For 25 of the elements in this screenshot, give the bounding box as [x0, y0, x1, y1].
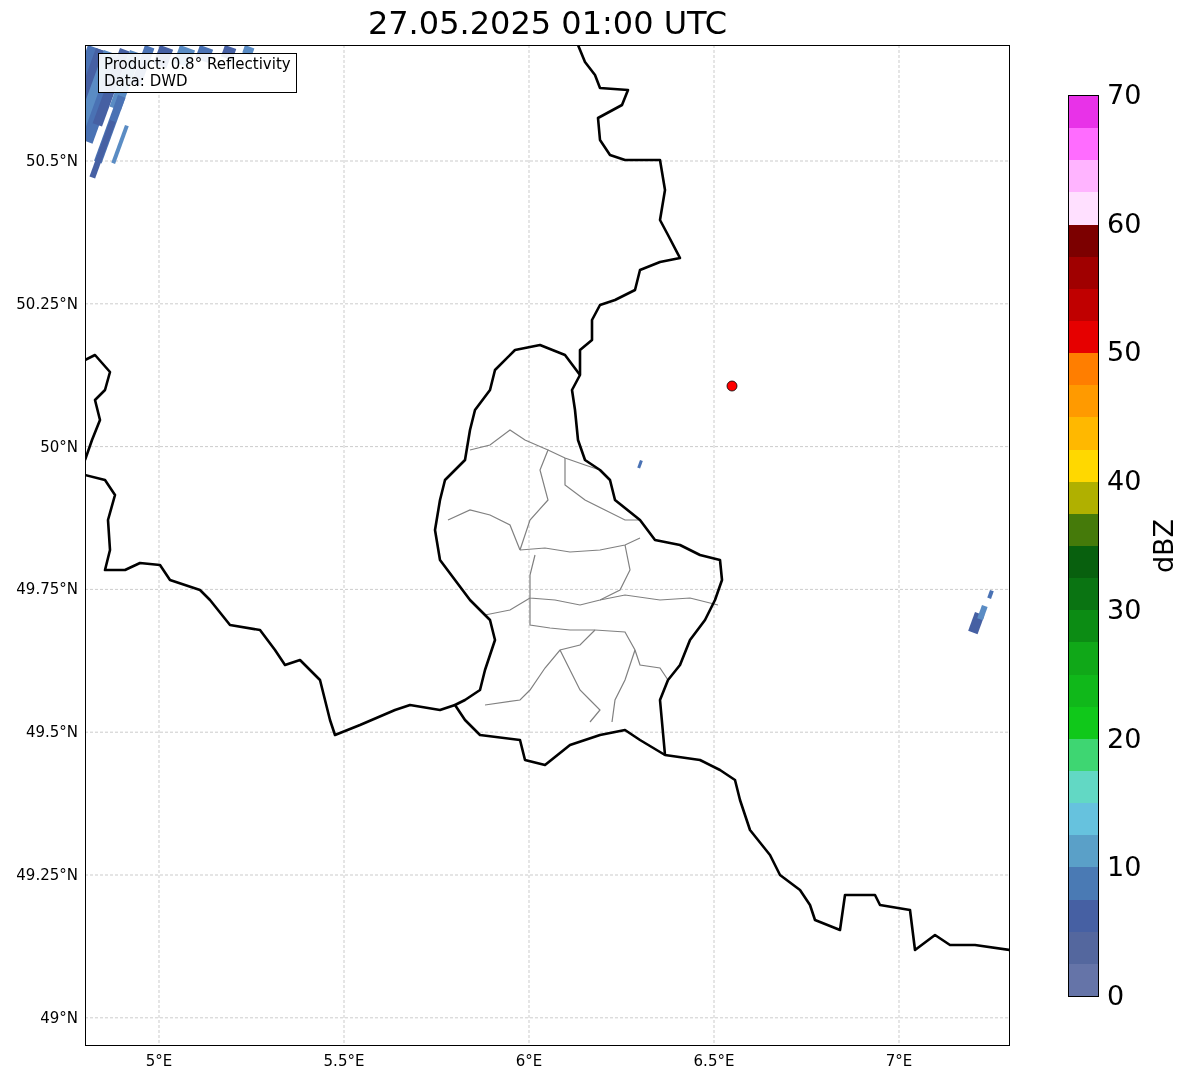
colorbar-tick-label: 0: [1107, 981, 1125, 1011]
colorbar-tick-label: 20: [1107, 723, 1142, 754]
longitude-tick-label: 6.5°E: [693, 1052, 735, 1070]
colorbar-tick-label: 50: [1107, 337, 1142, 368]
legend-text: Product: 0.8° Reflectivity: [104, 56, 291, 73]
latitude-tick-label: 50.25°N: [16, 294, 78, 313]
colorbar-tick-label: 70: [1107, 80, 1142, 110]
latitude-tick-label: 49.75°N: [16, 580, 78, 599]
latitude-tick-label: 49.5°N: [25, 723, 78, 742]
latitude-tick-label: 49.25°N: [16, 866, 78, 884]
colorbar-tick-label: 60: [1107, 208, 1142, 239]
colorbar-tick-label: 10: [1107, 852, 1142, 883]
radar-site-marker: [726, 380, 738, 392]
longitude-tick-label: 5.5°E: [323, 1052, 365, 1070]
longitude-tick-label: 6°E: [515, 1052, 543, 1070]
latitude-tick-label: 49°N: [40, 1008, 78, 1027]
longitude-tick-label: 7°E: [885, 1052, 913, 1070]
legend-text: Data: DWD: [104, 73, 189, 90]
longitude-tick-label: 5°E: [145, 1052, 173, 1070]
colorbar-tick-label: 30: [1107, 594, 1142, 625]
colorbar-tick-label: 40: [1107, 466, 1142, 497]
colorbar-axis-label: dBZ: [1149, 518, 1179, 574]
latitude-tick-label: 50°N: [40, 437, 78, 456]
latitude-tick-label: 50.5°N: [25, 152, 78, 170]
chart-title: 27.05.2025 01:00 UTC: [367, 2, 728, 43]
